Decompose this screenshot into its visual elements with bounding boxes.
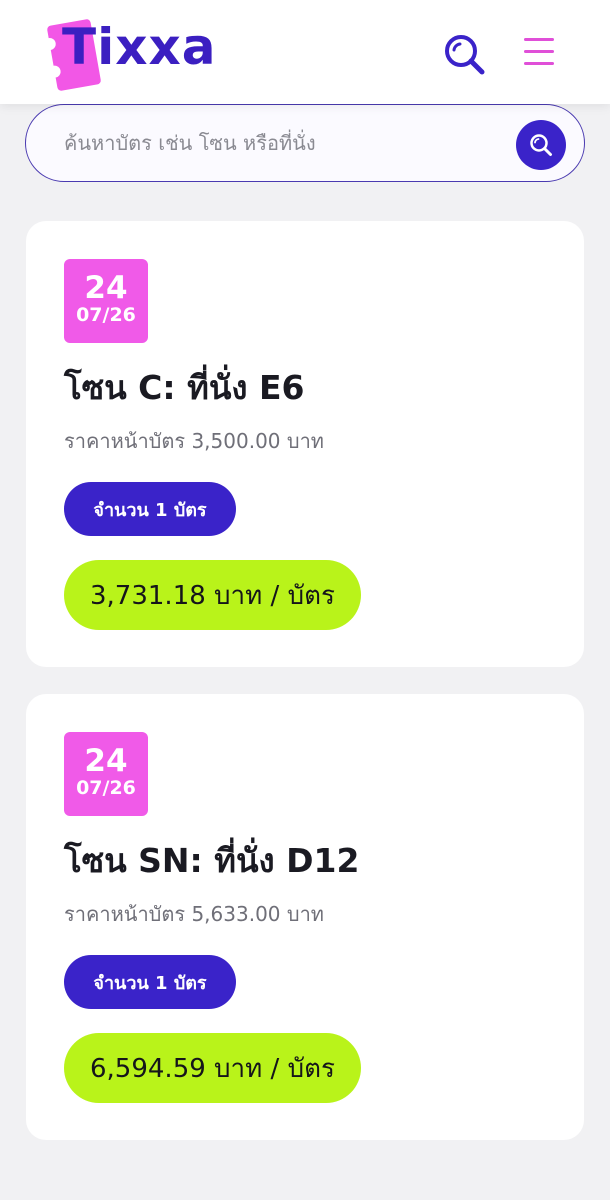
hamburger-menu-icon[interactable] bbox=[524, 38, 554, 68]
price-button[interactable]: 6,594.59 บาท / บัตร bbox=[64, 1033, 361, 1103]
search-icon bbox=[530, 134, 552, 156]
ticket-listing-card[interactable]: 24 07/26 โซน SN: ที่นั่ง D12 ราคาหน้าบัต… bbox=[26, 694, 584, 1140]
search-icon[interactable] bbox=[443, 33, 485, 75]
event-day: 24 bbox=[84, 743, 128, 779]
search-input[interactable] bbox=[64, 125, 504, 161]
zone-seat-title: โซน SN: ที่นั่ง D12 bbox=[64, 841, 360, 880]
event-month-year: 07/26 bbox=[76, 304, 136, 326]
event-month-year: 07/26 bbox=[76, 777, 136, 799]
logo-text: Tixxa bbox=[62, 18, 217, 76]
search-bar bbox=[25, 104, 585, 182]
event-day: 24 bbox=[84, 270, 128, 306]
tixxa-logo[interactable]: Tixxa bbox=[46, 16, 217, 92]
quantity-badge: จำนวน 1 บัตร bbox=[64, 955, 236, 1009]
price-button[interactable]: 3,731.18 บาท / บัตร bbox=[64, 560, 361, 630]
top-header: Tixxa bbox=[0, 0, 610, 104]
quantity-badge: จำนวน 1 บัตร bbox=[64, 482, 236, 536]
event-date-badge: 24 07/26 bbox=[64, 259, 148, 343]
search-button[interactable] bbox=[516, 120, 566, 170]
face-value-price: ราคาหน้าบัตร 3,500.00 บาท bbox=[64, 429, 324, 453]
face-value-price: ราคาหน้าบัตร 5,633.00 บาท bbox=[64, 902, 324, 926]
zone-seat-title: โซน C: ที่นั่ง E6 bbox=[64, 368, 305, 407]
ticket-listing-card[interactable]: 24 07/26 โซน C: ที่นั่ง E6 ราคาหน้าบัตร … bbox=[26, 221, 584, 667]
event-date-badge: 24 07/26 bbox=[64, 732, 148, 816]
